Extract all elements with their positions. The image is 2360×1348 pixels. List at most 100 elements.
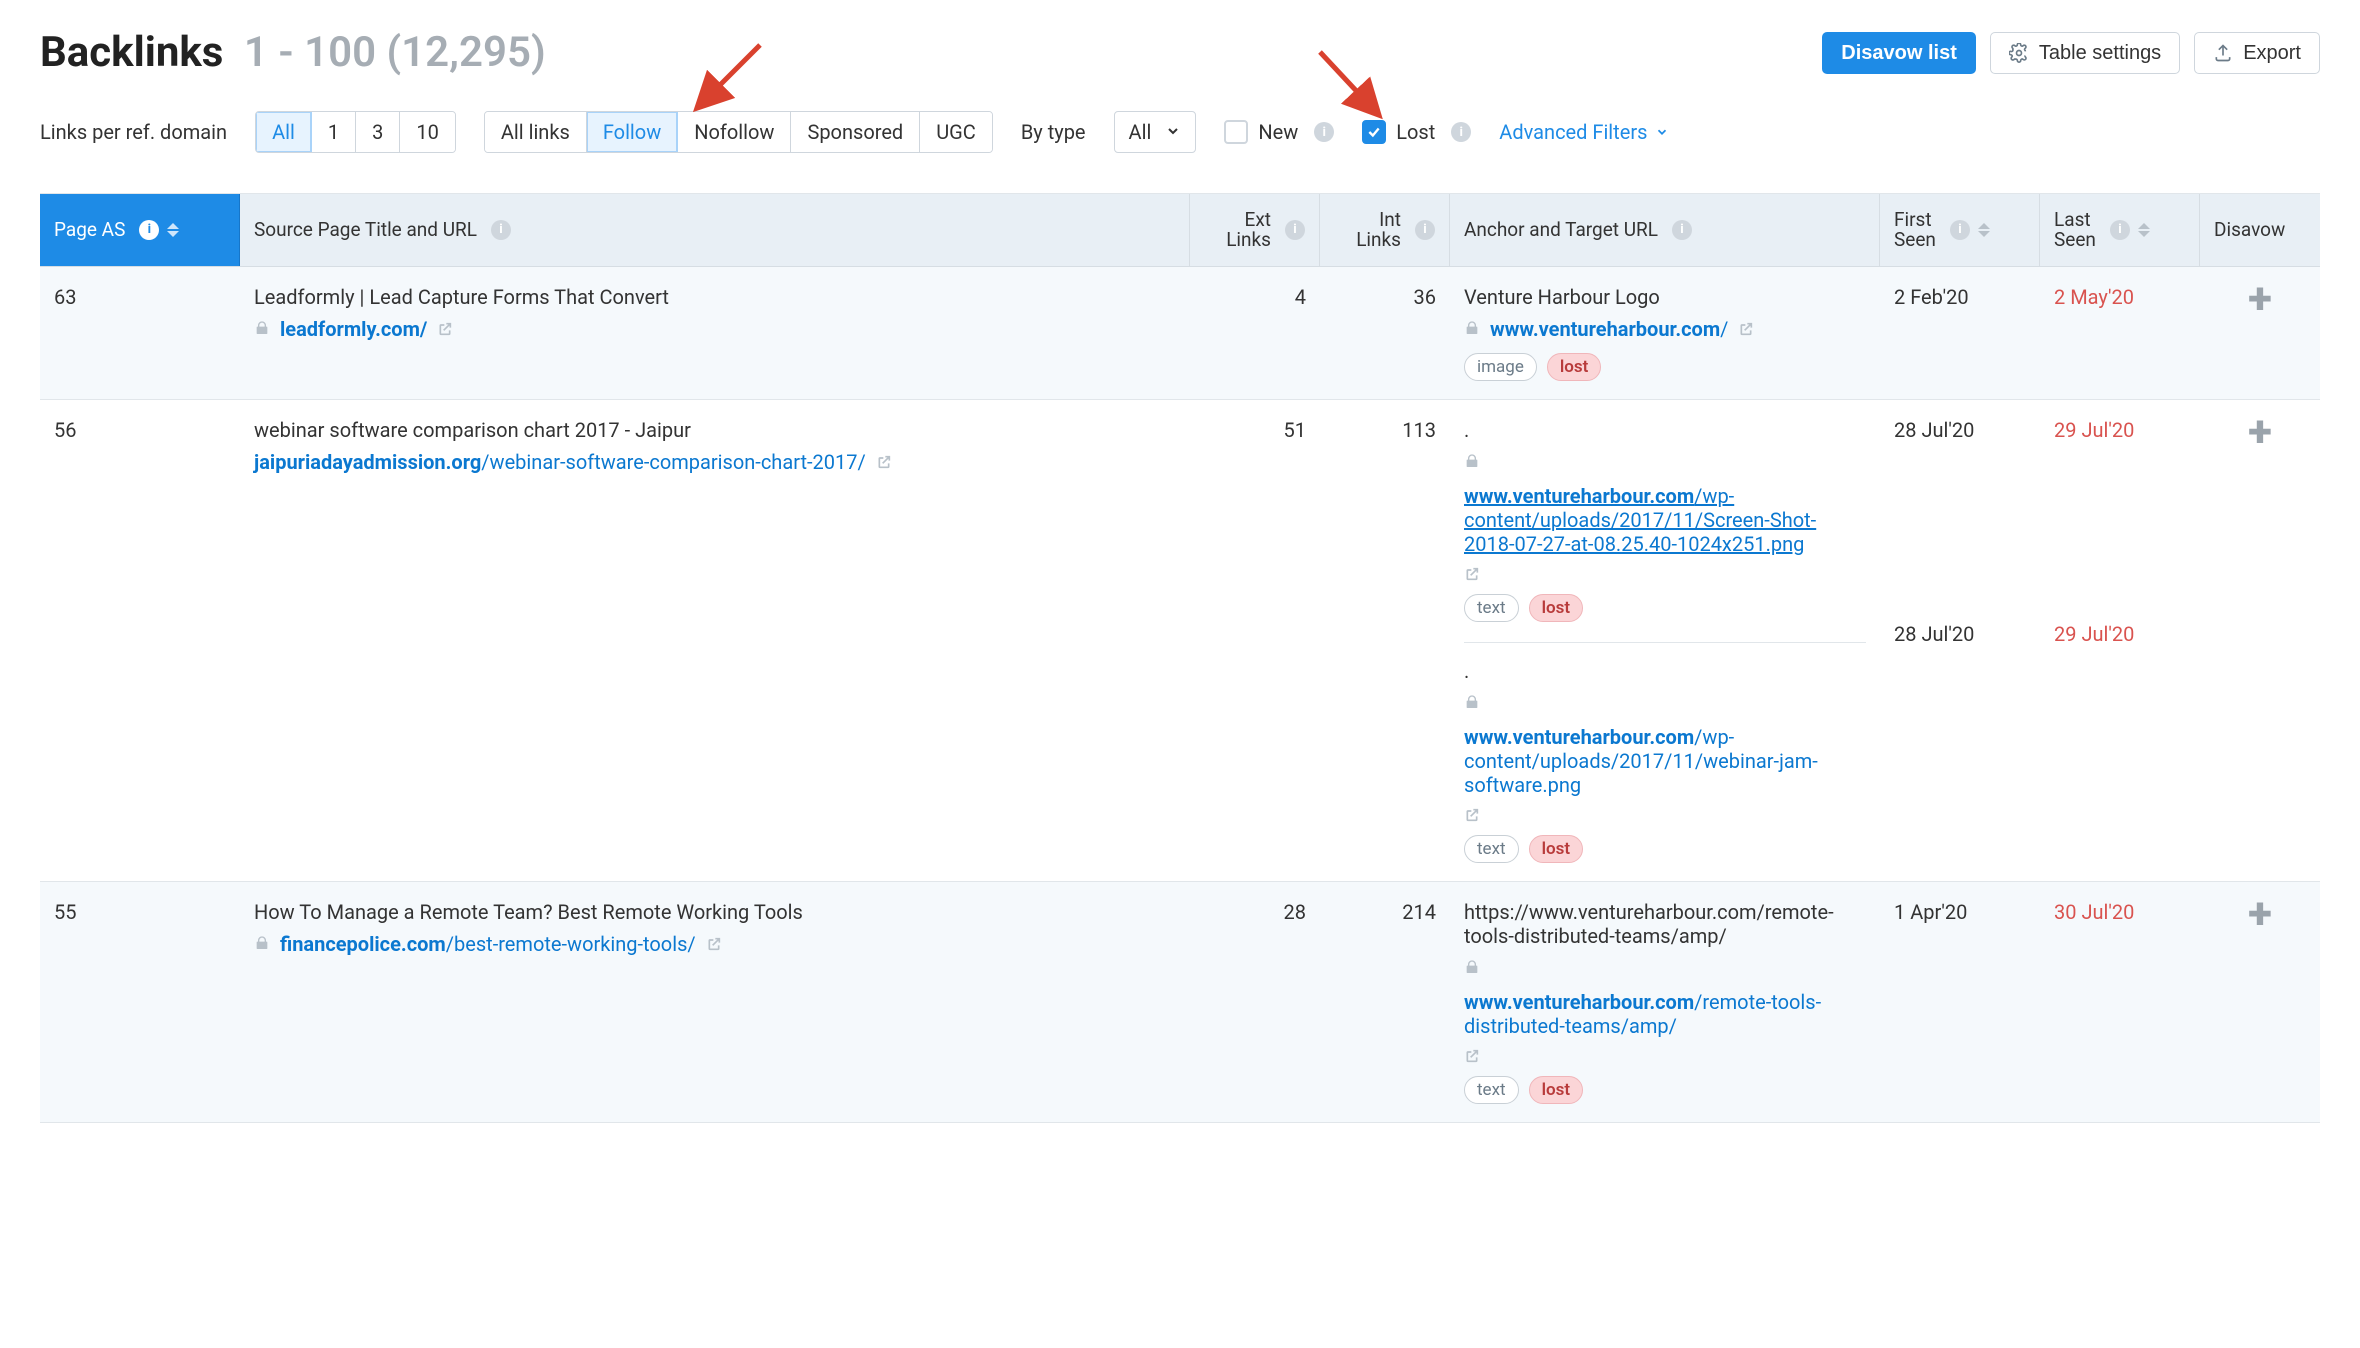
info-icon[interactable]: i — [2110, 220, 2130, 240]
table-settings-button[interactable]: Table settings — [1990, 32, 2180, 74]
chevron-down-icon — [1165, 120, 1181, 144]
source-url[interactable]: jaipuriadayadmission.org/webinar-softwar… — [254, 450, 1176, 474]
last-seen-value: 29 Jul'20 — [2054, 418, 2186, 442]
link-type-option-follow[interactable]: Follow — [587, 112, 678, 152]
link-type-option-all-links[interactable]: All links — [485, 112, 587, 152]
source-link[interactable]: financepolice.com/best-remote-working-to… — [280, 932, 696, 956]
first-seen-value: 1 Apr'20 — [1894, 900, 2026, 924]
source-url[interactable]: leadformly.com/ — [254, 317, 1176, 341]
info-icon[interactable]: i — [1950, 220, 1970, 240]
page-title: Backlinks 1 - 100 (12,295) — [40, 28, 546, 77]
external-link-icon[interactable] — [1464, 807, 1480, 823]
per-domain-option-3[interactable]: 3 — [356, 112, 400, 152]
disavow-list-button[interactable]: Disavow list — [1822, 32, 1976, 74]
anchor-text: https://www.ventureharbour.com/remote-to… — [1464, 900, 1866, 948]
int-links-value: 36 — [1320, 267, 1450, 399]
external-link-icon[interactable] — [876, 454, 892, 470]
info-icon[interactable]: i — [491, 220, 511, 240]
page-as-value: 63 — [40, 267, 240, 399]
target-link[interactable]: www.ventureharbour.com/wp-content/upload… — [1464, 484, 1866, 556]
by-type-select[interactable]: All — [1114, 111, 1197, 153]
by-type-label: By type — [1021, 120, 1086, 144]
info-icon[interactable]: i — [1415, 220, 1435, 240]
table-body: 63Leadformly | Lead Capture Forms That C… — [40, 267, 2320, 1123]
chevron-down-icon — [1655, 125, 1669, 139]
info-icon[interactable]: i — [1451, 122, 1471, 142]
target-url[interactable]: www.ventureharbour.com/ — [1464, 317, 1866, 341]
lock-icon — [254, 932, 270, 956]
per-domain-option-10[interactable]: 10 — [400, 112, 454, 152]
disavow-cell: + — [2200, 267, 2320, 399]
link-type-option-nofollow[interactable]: Nofollow — [678, 112, 791, 152]
info-icon[interactable]: i — [139, 220, 159, 240]
sort-icon[interactable] — [2138, 223, 2150, 237]
ext-links-value: 4 — [1190, 267, 1320, 399]
lock-icon — [1464, 956, 1480, 980]
external-link-icon[interactable] — [1464, 1048, 1480, 1064]
add-disavow-button[interactable]: + — [2248, 900, 2272, 926]
target-link[interactable]: www.ventureharbour.com/remote-tools-dist… — [1464, 990, 1866, 1038]
chips: imagelost — [1464, 353, 1866, 381]
source-link[interactable]: leadformly.com/ — [280, 317, 427, 341]
col-int-links[interactable]: IntLinks i — [1320, 194, 1450, 266]
anchor-text: . — [1464, 418, 1866, 442]
first-seen-value: 28 Jul'20 — [1894, 622, 2026, 646]
per-domain-option-1[interactable]: 1 — [312, 112, 356, 152]
external-link-icon[interactable] — [1738, 321, 1754, 337]
target-url[interactable]: www.ventureharbour.com/wp-content/upload… — [1464, 691, 1866, 823]
external-link-icon[interactable] — [437, 321, 453, 337]
info-icon[interactable]: i — [1672, 220, 1692, 240]
anchor-cell: https://www.ventureharbour.com/remote-to… — [1450, 882, 1880, 1122]
info-icon[interactable]: i — [1314, 122, 1334, 142]
col-ext-links[interactable]: ExtLinks i — [1190, 194, 1320, 266]
lock-icon — [1464, 450, 1480, 474]
col-source[interactable]: Source Page Title and URL i — [240, 194, 1190, 266]
external-link-icon[interactable] — [1464, 566, 1480, 582]
target-url[interactable]: www.ventureharbour.com/remote-tools-dist… — [1464, 956, 1866, 1064]
disavow-cell: + — [2200, 882, 2320, 1122]
chips: textlost — [1464, 594, 1866, 622]
col-first-seen[interactable]: FirstSeen i — [1880, 194, 2040, 266]
sort-icon[interactable] — [1978, 223, 1990, 237]
page-as-value: 55 — [40, 882, 240, 1122]
chips: textlost — [1464, 1076, 1866, 1104]
lost-checkbox[interactable]: Lost i — [1362, 120, 1471, 144]
source-cell: webinar software comparison chart 2017 -… — [240, 400, 1190, 881]
anchor-text: . — [1464, 659, 1866, 683]
new-checkbox[interactable]: New i — [1224, 120, 1334, 144]
lock-icon — [1464, 317, 1480, 341]
export-button[interactable]: Export — [2194, 32, 2320, 74]
source-cell: Leadformly | Lead Capture Forms That Con… — [240, 267, 1190, 399]
target-url[interactable]: www.ventureharbour.com/wp-content/upload… — [1464, 450, 1866, 582]
anchor-cell: . www.ventureharbour.com/wp-content/uploa… — [1450, 400, 1880, 881]
link-type-option-ugc[interactable]: UGC — [920, 112, 992, 152]
source-link[interactable]: jaipuriadayadmission.org/webinar-softwar… — [254, 450, 866, 474]
target-link[interactable]: www.ventureharbour.com/ — [1490, 317, 1728, 341]
chips: textlost — [1464, 835, 1866, 863]
first-seen-value: 2 Feb'20 — [1894, 285, 2026, 309]
col-page-as[interactable]: Page AS i — [40, 194, 240, 266]
col-anchor[interactable]: Anchor and Target URL i — [1450, 194, 1880, 266]
link-type-option-sponsored[interactable]: Sponsored — [791, 112, 920, 152]
ext-links-value: 51 — [1190, 400, 1320, 881]
chip-lost: lost — [1529, 594, 1584, 622]
target-link[interactable]: www.ventureharbour.com/wp-content/upload… — [1464, 725, 1866, 797]
source-url[interactable]: financepolice.com/best-remote-working-to… — [254, 932, 1176, 956]
sort-icon[interactable] — [167, 223, 179, 237]
external-link-icon[interactable] — [706, 936, 722, 952]
col-last-seen[interactable]: LastSeen i — [2040, 194, 2200, 266]
advanced-filters-link[interactable]: Advanced Filters — [1499, 120, 1669, 144]
per-domain-option-all[interactable]: All — [256, 112, 312, 152]
page-as-value: 56 — [40, 400, 240, 881]
int-links-value: 214 — [1320, 882, 1450, 1122]
add-disavow-button[interactable]: + — [2248, 418, 2272, 444]
add-disavow-button[interactable]: + — [2248, 285, 2272, 311]
first-seen-cell: 2 Feb'20 — [1880, 267, 2040, 399]
table-row: 56webinar software comparison chart 2017… — [40, 400, 2320, 882]
disavow-cell: + — [2200, 400, 2320, 881]
table-header: Page AS i Source Page Title and URL i Ex… — [40, 194, 2320, 267]
info-icon[interactable]: i — [1285, 220, 1305, 240]
first-seen-value: 28 Jul'20 — [1894, 418, 2026, 442]
result-range: 1 - 100 (12,295) — [244, 28, 546, 77]
filters-toolbar: Links per ref. domain All1310 All linksF… — [40, 111, 2320, 153]
